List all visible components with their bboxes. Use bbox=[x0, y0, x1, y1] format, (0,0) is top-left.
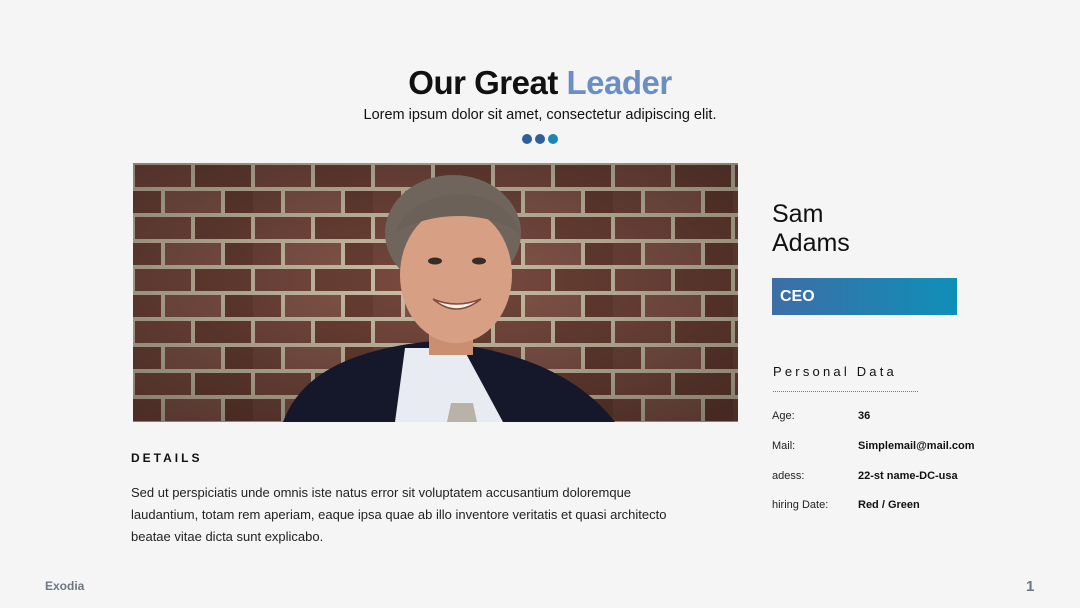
row-label: adess: bbox=[772, 470, 805, 482]
decorative-dots bbox=[522, 134, 558, 144]
row-value: Red / Green bbox=[858, 499, 920, 511]
row-label: Mail: bbox=[772, 440, 796, 452]
first-name: Sam bbox=[772, 200, 824, 228]
footer-logo: Exodia bbox=[45, 579, 85, 593]
row-value: Simplemail@mail.com bbox=[858, 440, 975, 452]
leader-photo bbox=[133, 163, 738, 422]
personal-data-divider bbox=[773, 391, 918, 392]
row-label: hiring Date: bbox=[772, 499, 829, 511]
slide-title: Our Great Leader bbox=[0, 64, 1080, 102]
page-number: 1 bbox=[1026, 578, 1035, 595]
last-name: Adams bbox=[772, 229, 850, 257]
title-main: Our Great bbox=[408, 64, 558, 101]
dot-2 bbox=[535, 134, 545, 144]
details-heading: DETAILS bbox=[131, 451, 203, 465]
row-value: 36 bbox=[858, 410, 871, 422]
personal-data-heading: Personal Data bbox=[773, 364, 897, 379]
title-accent: Leader bbox=[566, 64, 673, 101]
dot-3 bbox=[548, 134, 558, 144]
dot-1 bbox=[522, 134, 532, 144]
slide-subtitle: Lorem ipsum dolor sit amet, consectetur … bbox=[363, 107, 717, 123]
role-badge: CEO bbox=[772, 278, 957, 315]
leader-name: Sam Adams bbox=[772, 200, 850, 258]
row-value: 22-st name-DC-usa bbox=[858, 470, 958, 482]
row-label: Age: bbox=[772, 410, 795, 422]
details-body: Sed ut perspiciatis unde omnis iste natu… bbox=[131, 485, 667, 544]
